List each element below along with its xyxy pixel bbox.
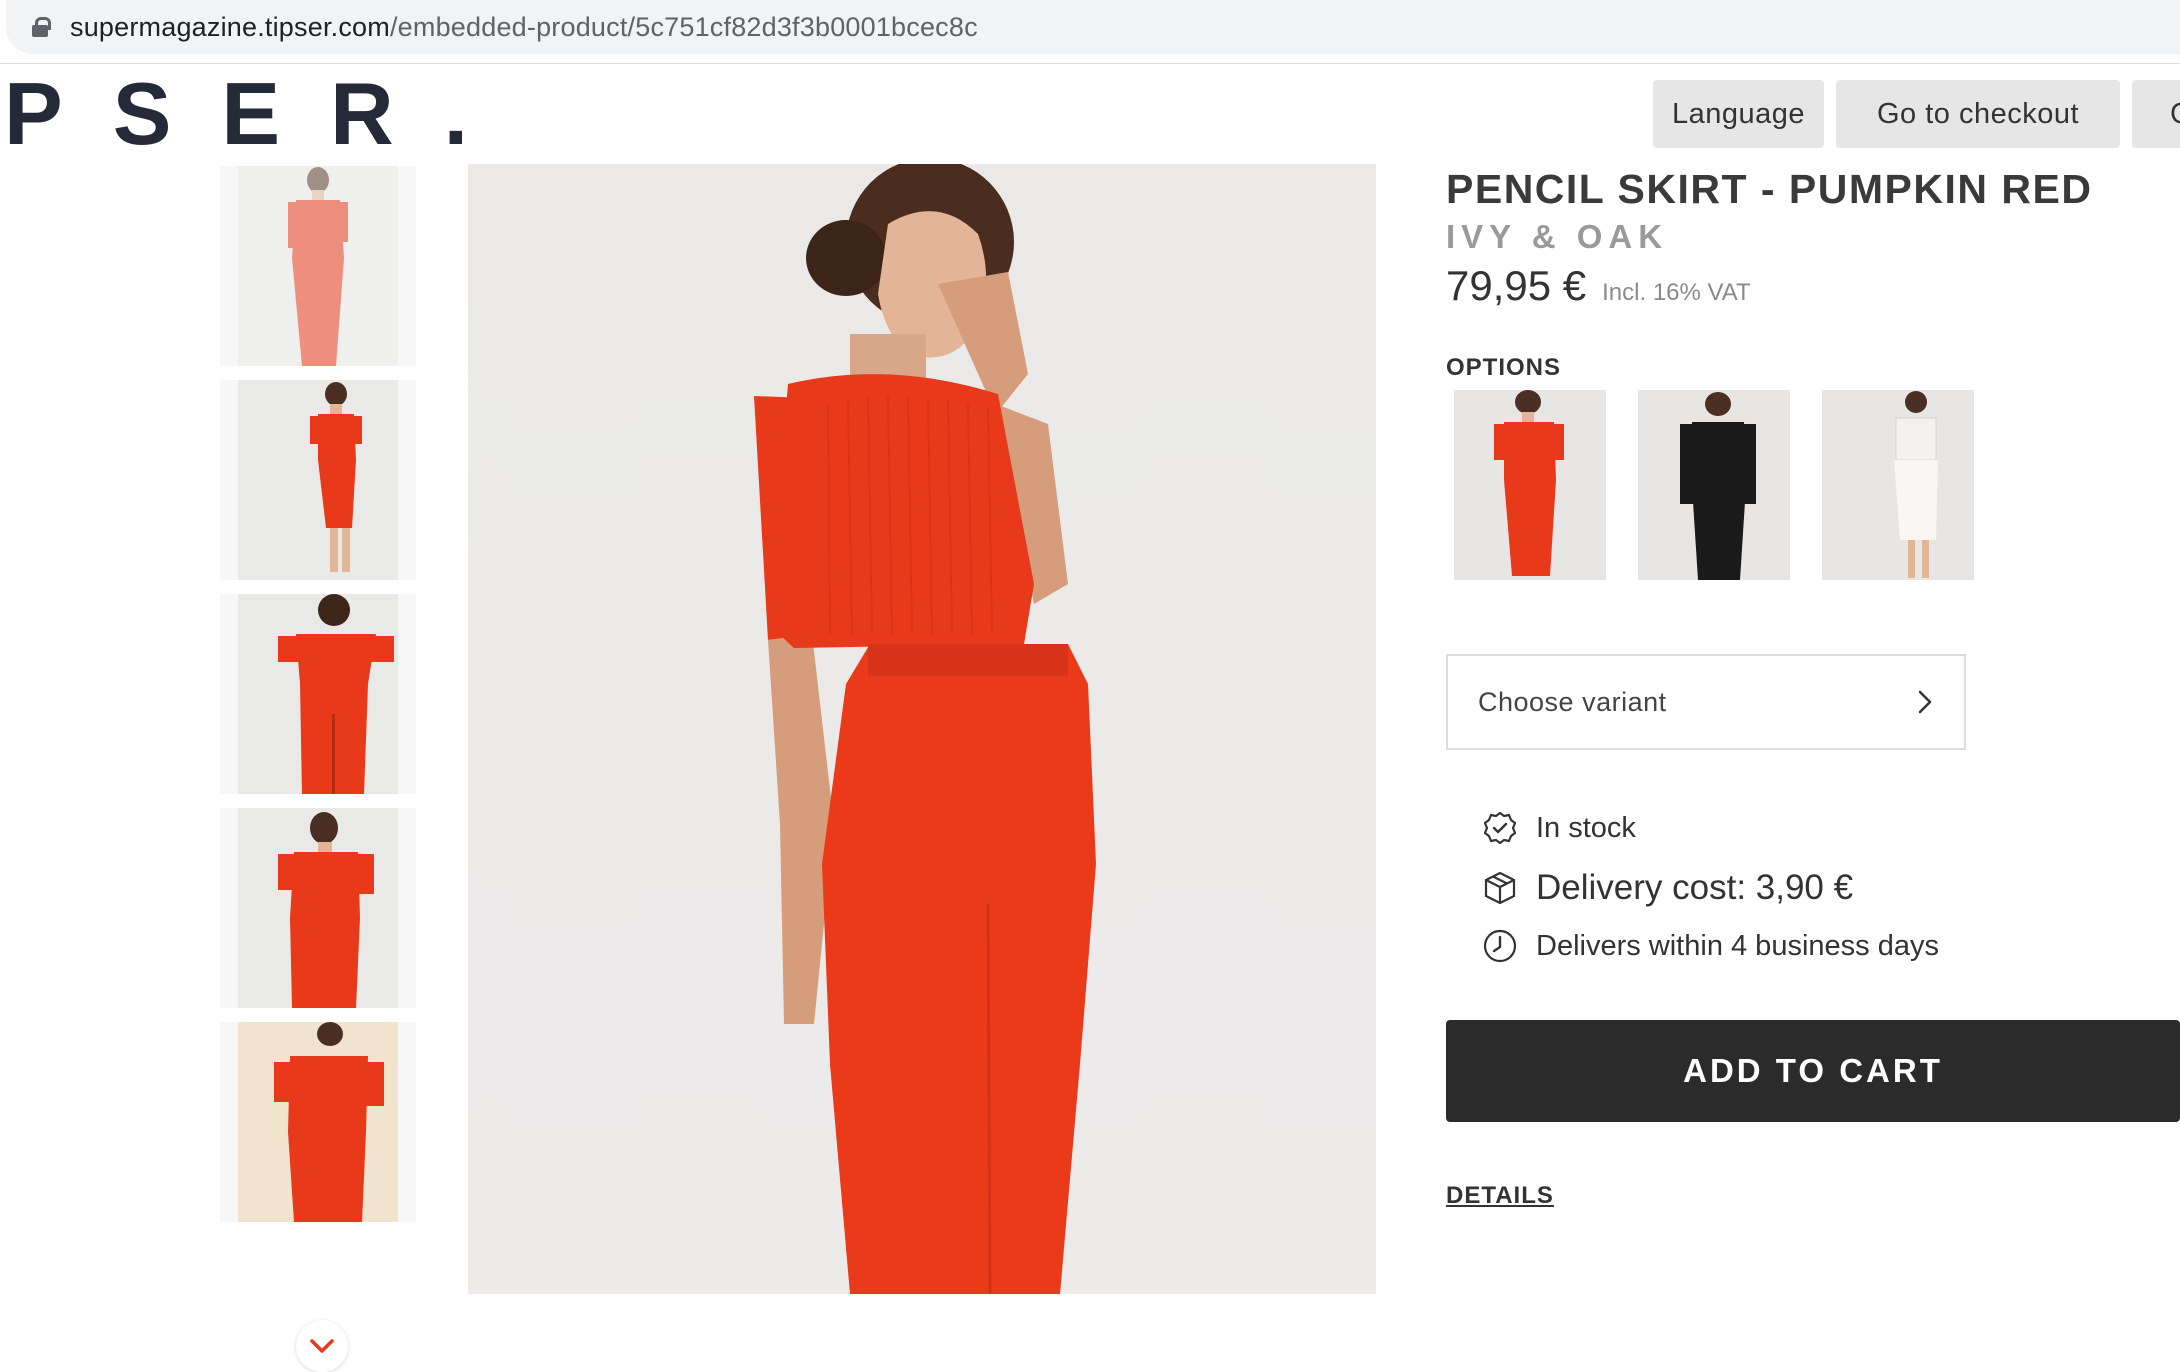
chevron-down-icon xyxy=(310,1339,334,1353)
thumbnail-5[interactable] xyxy=(220,1022,416,1222)
thumbnail-image xyxy=(238,380,398,580)
verified-badge-icon xyxy=(1483,811,1517,845)
url-path: /embedded-product/5c751cf82d3f3b0001bcec… xyxy=(389,11,978,42)
delivery-cost: Delivery cost: 3,90 € xyxy=(1482,868,1853,908)
thumbnail-3[interactable] xyxy=(220,594,416,794)
language-button[interactable]: Language xyxy=(1653,80,1824,148)
thumbnail-image xyxy=(238,808,398,1008)
product-title: PENCIL SKIRT - PUMPKIN RED xyxy=(1446,166,2093,212)
options-label: OPTIONS xyxy=(1446,354,1562,381)
url-host: supermagazine.tipser.com xyxy=(70,11,390,42)
lock-icon[interactable] xyxy=(32,17,51,37)
go-to-checkout-button[interactable]: Go to checkout xyxy=(1836,80,2120,148)
thumbnail-image xyxy=(238,594,398,794)
stock-status: In stock xyxy=(1482,810,1636,846)
site-logo[interactable]: PSER. xyxy=(4,64,518,164)
brand-name[interactable]: IVY & OAK xyxy=(1446,218,1668,256)
delivery-time: Delivers within 4 business days xyxy=(1482,928,1939,964)
variant-placeholder: Choose variant xyxy=(1478,686,1667,717)
details-link[interactable]: DETAILS xyxy=(1446,1182,1554,1210)
stock-text: In stock xyxy=(1536,811,1636,844)
add-to-cart-button[interactable]: ADD TO CART xyxy=(1446,1020,2180,1122)
delivery-time-text: Delivers within 4 business days xyxy=(1536,929,1939,962)
option-red-dress[interactable] xyxy=(1454,390,1606,580)
option-white-lace-dress[interactable] xyxy=(1822,390,1974,580)
thumbnail-2[interactable] xyxy=(220,380,416,580)
address-bar[interactable]: supermagazine.tipser.com/embedded-produc… xyxy=(6,0,2180,54)
url-text[interactable]: supermagazine.tipser.com/embedded-produc… xyxy=(70,12,978,43)
main-product-image[interactable] xyxy=(468,164,1376,1294)
product-price: 79,95 € xyxy=(1446,262,1587,309)
box-icon xyxy=(1484,871,1516,905)
delivery-cost-text: Delivery cost: 3,90 € xyxy=(1536,868,1854,907)
price-row: 79,95 € Incl. 16% VAT xyxy=(1446,262,1751,310)
cart-button[interactable]: C xyxy=(2132,80,2180,148)
clock-icon xyxy=(1483,929,1517,963)
browser-toolbar: supermagazine.tipser.com/embedded-produc… xyxy=(0,0,2180,64)
chevron-right-icon xyxy=(1918,690,1932,714)
thumbnail-1[interactable] xyxy=(220,166,416,366)
option-black-lace-dress[interactable] xyxy=(1638,390,1790,580)
vat-note: Incl. 16% VAT xyxy=(1602,279,1751,306)
choose-variant-dropdown[interactable]: Choose variant xyxy=(1446,654,1966,750)
thumbnail-scroll-down-button[interactable] xyxy=(296,1320,348,1372)
thumbnail-image xyxy=(238,166,398,366)
thumbnail-image xyxy=(238,1022,398,1222)
thumbnail-4[interactable] xyxy=(220,808,416,1008)
